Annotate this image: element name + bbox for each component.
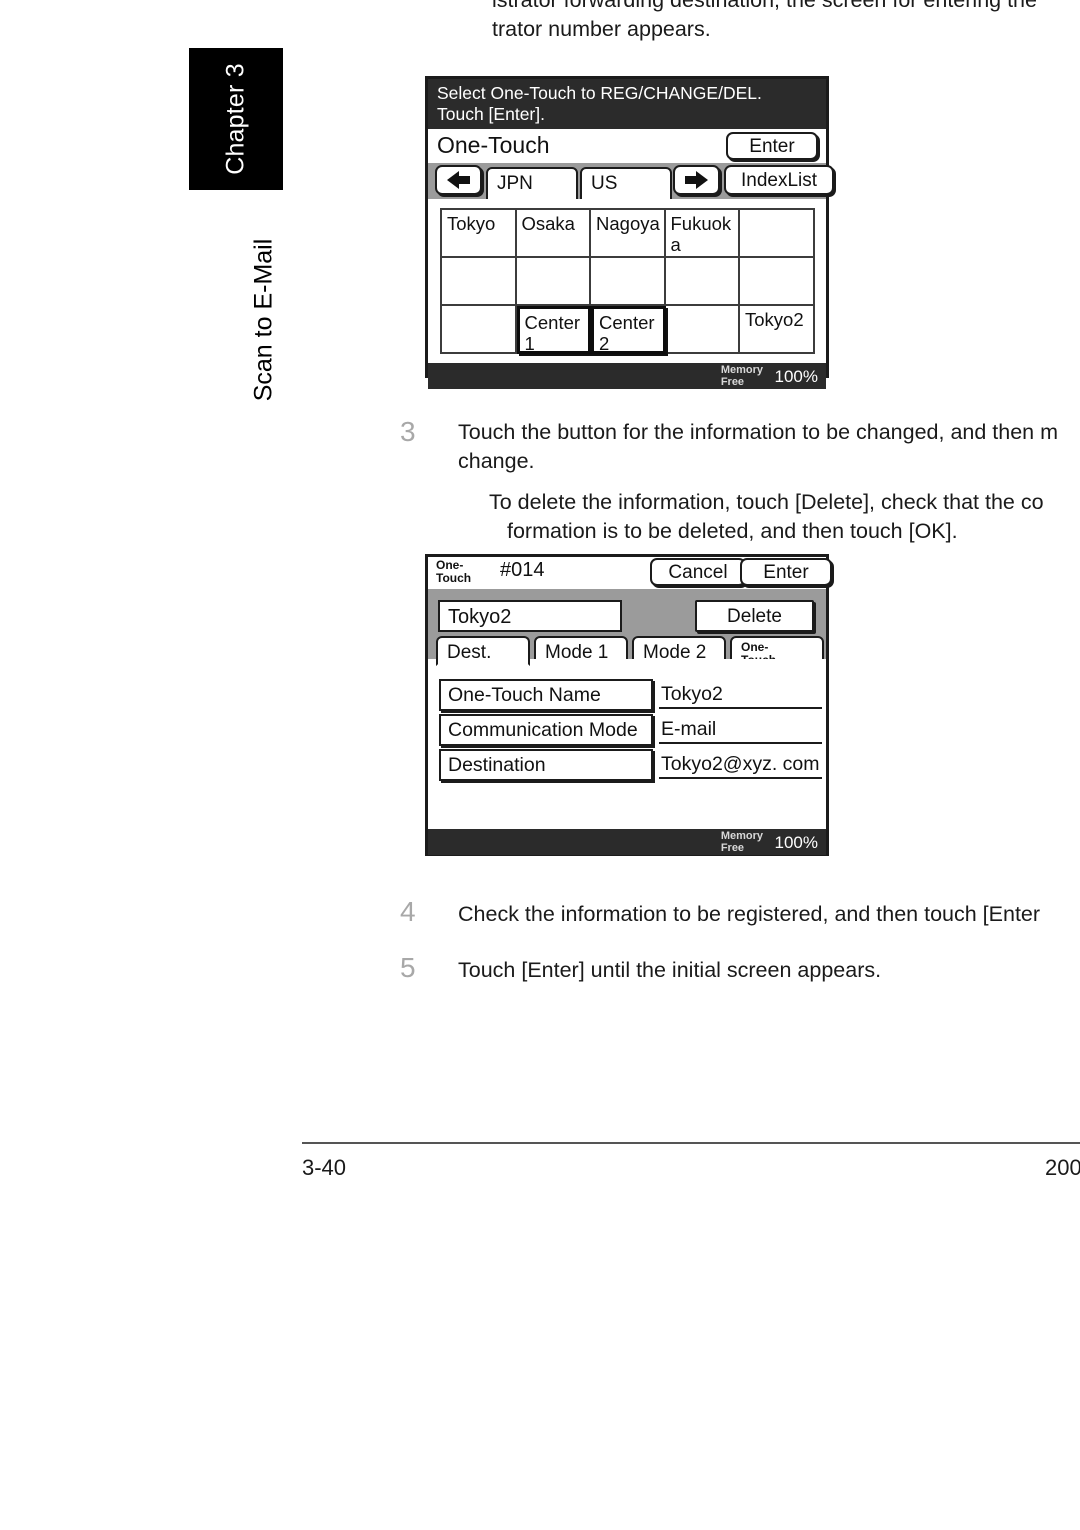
one-touch-grid: Tokyo Osaka Nagoya Fukuoka Center 1 Cent… [440,208,815,354]
lcd-panel-one-touch-select: Select One-Touch to REG/CHANGE/DEL. Touc… [425,76,834,389]
one-touch-cell[interactable]: Osaka [516,210,591,258]
lcd-title-text: One-Touch [437,132,550,158]
memory-label-line-2: Free [720,841,745,854]
communication-mode-button[interactable]: Communication Mode [439,714,653,746]
one-touch-name-button[interactable]: One-Touch Name [439,679,653,711]
delete-button[interactable]: Delete [695,600,814,632]
step-4-number: 4 [400,896,416,927]
step-5-text: Touch [Enter] until the initial screen a… [458,958,882,982]
detail-content-area: One-Touch Name Tokyo2 Communication Mode… [428,659,826,829]
detail-header-number: #014 [500,559,545,581]
section-label-text: Scan to E-Mail [249,238,278,402]
enter-button[interactable]: Enter [726,132,818,160]
detail-header-bar: One- Touch #014 Cancel Enter [428,557,832,589]
step-3-line-1: Touch the button for the information to … [458,420,1059,444]
one-touch-cell[interactable] [665,258,740,306]
detail-name-area: Tokyo2 Delete Dest. Mode 1 Mode 2 One- T… [428,589,826,667]
memory-label-line-2: Free [720,375,745,388]
lcd-message-line-2: Touch [Enter]. [437,104,545,124]
one-touch-cell[interactable] [591,258,666,306]
one-touch-cell-selected[interactable]: Center 2 [591,306,666,354]
lcd-message-bar: Select One-Touch to REG/CHANGE/DEL. Touc… [428,79,826,129]
one-touch-cell[interactable] [740,258,815,306]
destination-button[interactable]: Destination [439,749,653,781]
chapter-tab: Chapter 3 [189,48,283,190]
one-touch-cell[interactable] [516,258,591,306]
memory-free-percent: 100% [774,833,818,852]
index-tab-us[interactable]: US [580,167,672,201]
memory-free-label: Memory Free [720,364,763,388]
one-touch-cell[interactable] [665,306,740,354]
intro-line-2: trator number appears. [492,17,711,41]
detail-header-label: One- Touch [436,559,471,585]
enter-button[interactable]: Enter [740,558,832,586]
one-touch-cell[interactable] [442,306,517,354]
step-3-note-line-2: formation is to be deleted, and then tou… [507,519,958,543]
index-tab-jpn[interactable]: JPN [486,167,578,201]
one-touch-grid-area: Tokyo Osaka Nagoya Fukuoka Center 1 Cent… [428,199,826,363]
index-list-button[interactable]: IndexList [724,165,834,195]
lcd-message-line-1: Select One-Touch to REG/CHANGE/DEL. [437,83,762,103]
intro-paragraph: istrator forwarding destination, the scr… [492,0,1037,44]
memory-label-line-1: Memory [720,364,763,376]
section-label: Scan to E-Mail [244,215,284,425]
step-3-note: To delete the information, touch [Delete… [489,488,1044,546]
detail-header-label-line-2: Touch [436,571,472,585]
destination-value: Tokyo2@xyz. com [659,751,822,779]
step-3-line-2: change. [458,449,535,473]
arrow-left-icon[interactable] [435,165,482,195]
tab-dest[interactable]: Dest. [436,636,530,666]
arrow-right-icon[interactable] [673,165,720,195]
one-touch-name-field[interactable]: Tokyo2 [438,600,622,632]
one-touch-cell[interactable] [740,210,815,258]
one-touch-cell[interactable]: Tokyo [442,210,517,258]
one-touch-cell[interactable]: Tokyo2 [740,306,815,354]
footer-divider [302,1142,1080,1144]
step-3-number: 3 [400,416,416,447]
step-4-text: Check the information to be registered, … [458,902,1041,926]
intro-line-1: istrator forwarding destination, the scr… [492,0,1037,12]
one-touch-cell[interactable] [442,258,517,306]
memory-free-label: Memory Free [720,830,763,854]
cancel-button[interactable]: Cancel [650,558,746,586]
lcd-status-bar: Memory Free 100% [428,829,826,855]
memory-free-percent: 100% [774,367,818,386]
communication-mode-value: E-mail [659,716,822,744]
one-touch-name-value: Tokyo2 [659,681,822,709]
lcd-panel-one-touch-detail: One- Touch #014 Cancel Enter Tokyo2 Dele… [425,554,832,856]
lcd-status-bar: Memory Free 100% [428,363,826,389]
step-3-note-line-1: To delete the information, touch [Delete… [489,490,1044,514]
step-5-number: 5 [400,952,416,983]
footer-year: 200 [1045,1155,1080,1180]
chapter-tab-label: Chapter 3 [221,63,250,175]
lcd-index-toolbar: JPN US IndexList [428,163,834,201]
lcd-title-bar: One-Touch Enter [428,129,826,163]
one-touch-cell[interactable]: Nagoya [591,210,666,258]
one-touch-cell[interactable]: Fukuoka [665,210,740,258]
footer-page-number: 3-40 [302,1155,347,1180]
one-touch-cell-selected[interactable]: Center 1 [516,306,591,354]
step-3-text: Touch the button for the information to … [458,418,1058,476]
memory-label-line-1: Memory [720,830,763,842]
